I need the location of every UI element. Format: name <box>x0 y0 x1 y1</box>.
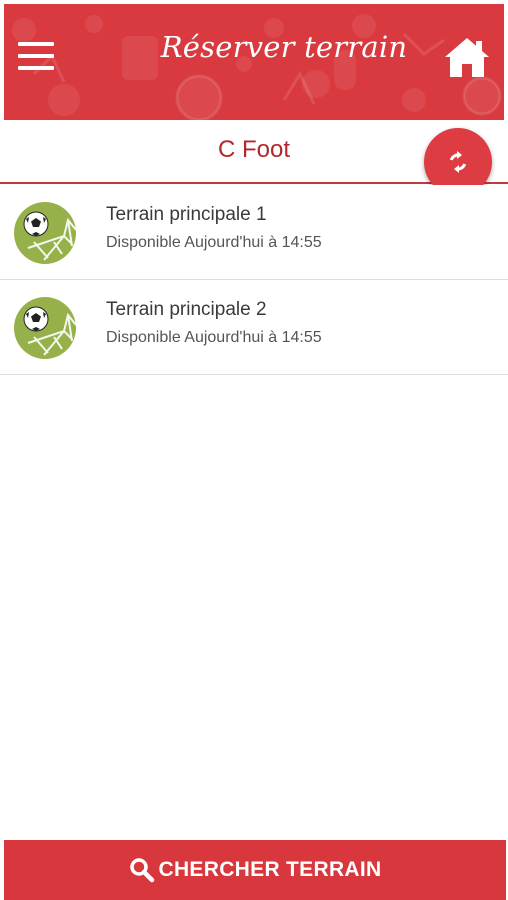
search-button-label: CHERCHER TERRAIN <box>158 858 382 881</box>
home-button[interactable] <box>442 32 492 82</box>
screen: Réserver terrain C Foot Terrain principa… <box>0 0 508 900</box>
soccer-goal-icon <box>14 297 76 359</box>
list-item[interactable]: Terrain principale 2 Disponible Aujourd'… <box>0 280 508 375</box>
soccer-goal-icon <box>14 202 76 264</box>
field-name: Terrain principale 2 <box>106 299 267 320</box>
menu-button[interactable] <box>12 34 60 82</box>
list-item[interactable]: Terrain principale 1 Disponible Aujourd'… <box>0 185 508 280</box>
menu-bar <box>18 66 54 70</box>
search-icon <box>129 858 154 883</box>
hamburger-menu-icon <box>18 42 54 46</box>
home-icon <box>445 38 489 77</box>
field-availability: Disponible Aujourd'hui à 14:55 <box>106 329 322 346</box>
app-bar: Réserver terrain <box>4 4 504 120</box>
search-button-content: CHERCHER TERRAIN <box>4 840 506 900</box>
field-availability: Disponible Aujourd'hui à 14:55 <box>106 234 322 251</box>
app-title: Réserver terrain <box>160 30 408 64</box>
field-name: Terrain principale 1 <box>106 204 267 225</box>
refresh-icon <box>449 151 467 173</box>
menu-bar <box>18 54 54 58</box>
search-field-button[interactable]: CHERCHER TERRAIN <box>4 840 506 900</box>
